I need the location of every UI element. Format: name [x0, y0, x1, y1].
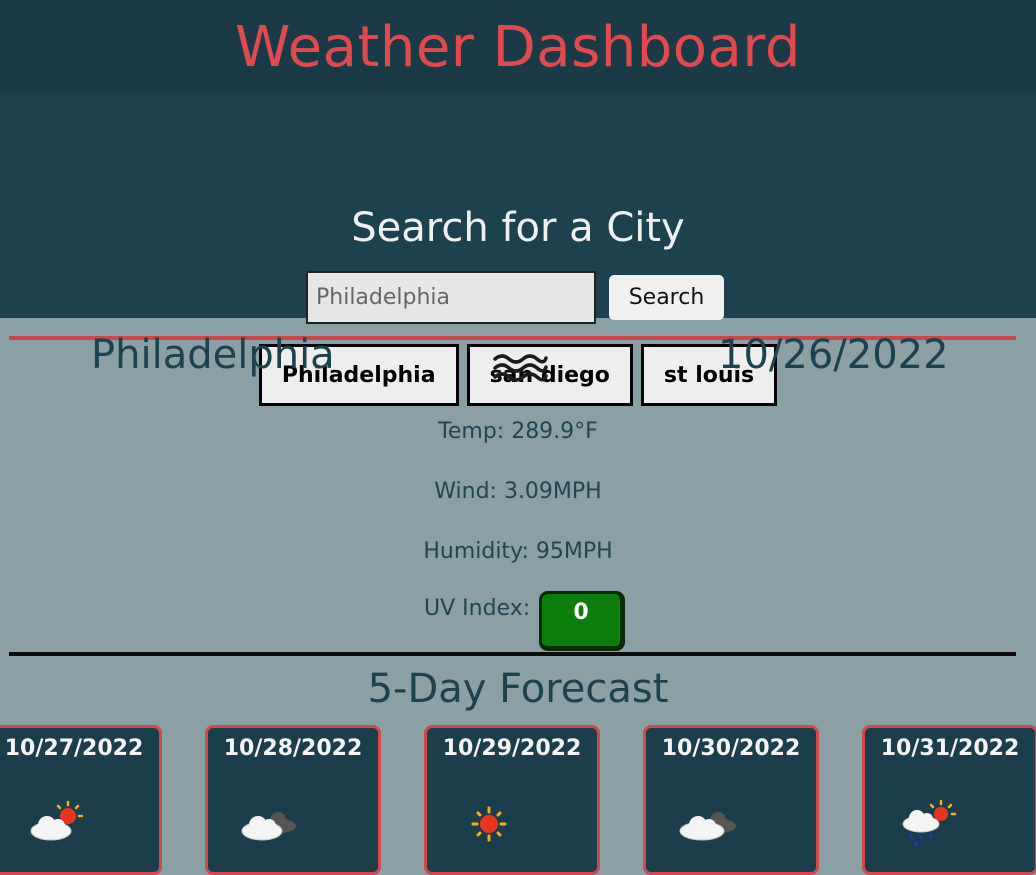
forecast-card: 10/27/2022 — [0, 725, 162, 875]
search-heading: Search for a City — [351, 205, 685, 251]
current-date: 10/26/2022 — [718, 332, 949, 378]
forecast-card: 10/29/2022 — [424, 725, 600, 875]
uv-index-badge: 0 — [539, 591, 625, 651]
forecast-date: 10/31/2022 — [880, 736, 1020, 761]
forecast-card: 10/31/2022 — [862, 725, 1036, 875]
app-header: Weather Dashboard — [0, 0, 1036, 95]
cloudy-icon — [241, 812, 296, 841]
forecast-date: 10/27/2022 — [4, 736, 144, 761]
forecast-divider — [9, 652, 1016, 656]
forecast-date: 10/29/2022 — [442, 736, 582, 761]
cloudy-icon — [679, 812, 736, 841]
uv-index-label: UV Index: — [424, 596, 531, 621]
mist-icon — [493, 354, 548, 382]
partly-cloudy-icon — [30, 800, 84, 841]
app-title: Weather Dashboard — [235, 15, 801, 80]
forecast-card: 10/28/2022 — [205, 725, 381, 875]
forecast-date: 10/30/2022 — [661, 736, 801, 761]
search-panel: Search for a City Search Philadelphia sa… — [0, 95, 1036, 406]
forecast-heading: 5-Day Forecast — [367, 666, 669, 712]
rain-sun-icon — [902, 799, 957, 847]
city-search-input[interactable] — [306, 271, 596, 324]
current-wind: Wind: 3.09MPH — [434, 479, 602, 504]
search-button[interactable]: Search — [609, 275, 724, 320]
current-humidity: Humidity: 95MPH — [423, 539, 613, 564]
current-city-name: Philadelphia — [91, 332, 335, 378]
forecast-date: 10/28/2022 — [223, 736, 363, 761]
forecast-card: 10/30/2022 — [643, 725, 819, 875]
current-temp: Temp: 289.9°F — [438, 419, 598, 444]
sunny-icon — [471, 806, 507, 842]
